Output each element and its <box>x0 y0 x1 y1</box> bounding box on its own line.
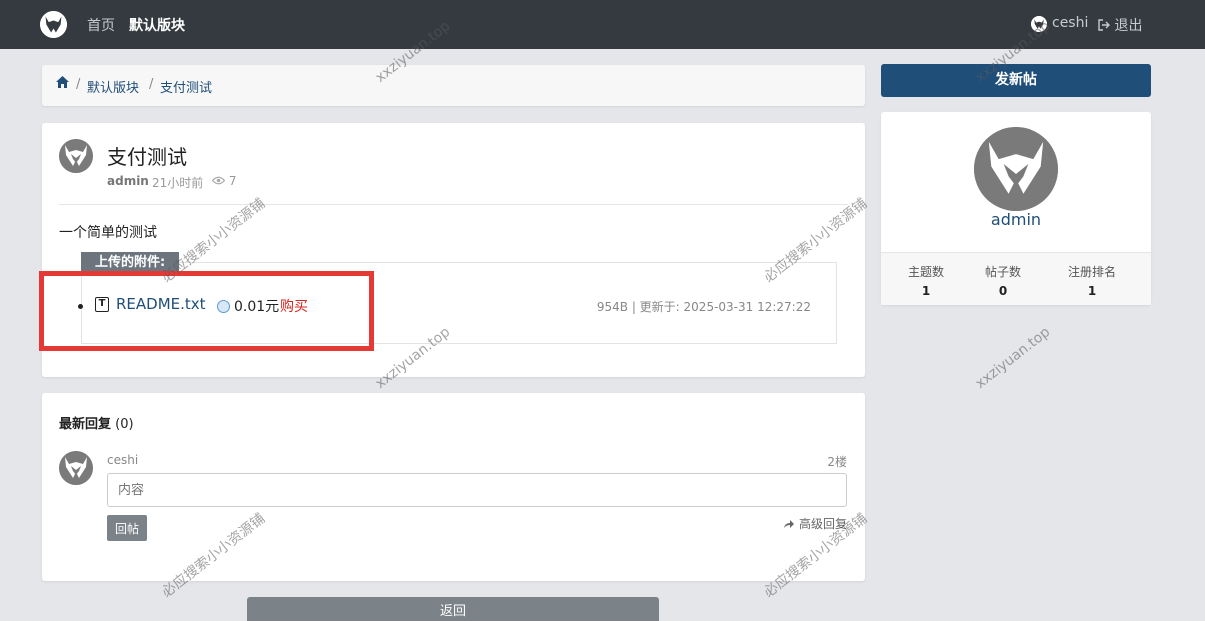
reply-input[interactable] <box>107 473 847 507</box>
stat-label: 帖子数 <box>984 265 1021 279</box>
site-logo-icon[interactable] <box>40 11 67 38</box>
floor-number: 2楼 <box>827 455 847 469</box>
profile-avatar[interactable] <box>974 127 1058 211</box>
attachment-meta: 954B | 更新于: 2025-03-31 12:27:22 <box>596 300 811 314</box>
stat-rank: 注册排名 1 <box>1052 263 1132 298</box>
breadcrumb: / 默认版块 / 支付测试 <box>42 65 865 106</box>
nav-home-link[interactable]: 首页 <box>87 15 115 35</box>
thread-author[interactable]: admin <box>107 174 149 188</box>
nav-username[interactable]: ceshi <box>1052 15 1088 31</box>
views-value: 7 <box>228 174 237 188</box>
advanced-reply-label: 高级回复 <box>798 517 847 531</box>
profile-card: admin 主题数 1 帖子数 0 注册排名 1 <box>881 112 1151 305</box>
home-icon[interactable] <box>56 76 69 92</box>
views-count: 7 <box>211 174 237 188</box>
watermark-site: xxziyuan.top <box>972 324 1054 392</box>
profile-stats: 主题数 1 帖子数 0 注册排名 1 <box>881 252 1151 305</box>
user-avatar-icon[interactable] <box>1031 16 1047 32</box>
stat-label: 注册排名 <box>1067 265 1116 279</box>
stat-value: 1 <box>921 284 931 298</box>
breadcrumb-separator: / <box>149 77 154 92</box>
reply-submit-button[interactable]: 回帖 <box>107 515 147 541</box>
advanced-reply-link[interactable]: 高级回复 <box>783 515 847 532</box>
breadcrumb-forum[interactable]: 默认版块 <box>87 77 139 96</box>
nav-forum-link[interactable]: 默认版块 <box>129 15 185 35</box>
logout-label: 退出 <box>1114 18 1143 34</box>
profile-name[interactable]: admin <box>881 210 1151 229</box>
back-button[interactable]: 返回 <box>247 597 659 621</box>
divider <box>59 204 848 205</box>
eye-icon <box>211 176 226 185</box>
breadcrumb-thread[interactable]: 支付测试 <box>160 77 212 96</box>
logout-icon <box>1098 19 1110 31</box>
thread-body: 一个简单的测试 <box>59 225 157 241</box>
replies-title: 最新回复 <box>59 417 112 432</box>
stat-threads: 主题数 1 <box>886 263 966 298</box>
new-thread-button[interactable]: 发新帖 <box>881 64 1151 97</box>
thread-time: 21小时前 <box>152 176 204 190</box>
top-navbar: 首页 默认版块 ceshi 退出 <box>0 0 1205 49</box>
highlight-box <box>39 271 374 351</box>
stat-posts: 帖子数 0 <box>963 263 1043 298</box>
stat-value: 1 <box>1087 284 1097 298</box>
replies-heading: 最新回复 (0) <box>59 413 134 432</box>
reply-user-avatar[interactable] <box>59 451 93 485</box>
author-avatar[interactable] <box>59 139 93 173</box>
stat-label: 主题数 <box>907 265 944 279</box>
stat-value: 0 <box>998 284 1008 298</box>
replies-card: 最新回复 (0) ceshi 2楼 回帖 高级回复 <box>42 393 865 581</box>
breadcrumb-separator: / <box>76 77 81 92</box>
logout-link[interactable]: 退出 <box>1098 15 1142 35</box>
replies-count: (0) <box>115 417 134 432</box>
share-arrow-icon <box>784 520 795 528</box>
reply-username[interactable]: ceshi <box>107 453 138 467</box>
thread-title: 支付测试 <box>107 145 187 169</box>
